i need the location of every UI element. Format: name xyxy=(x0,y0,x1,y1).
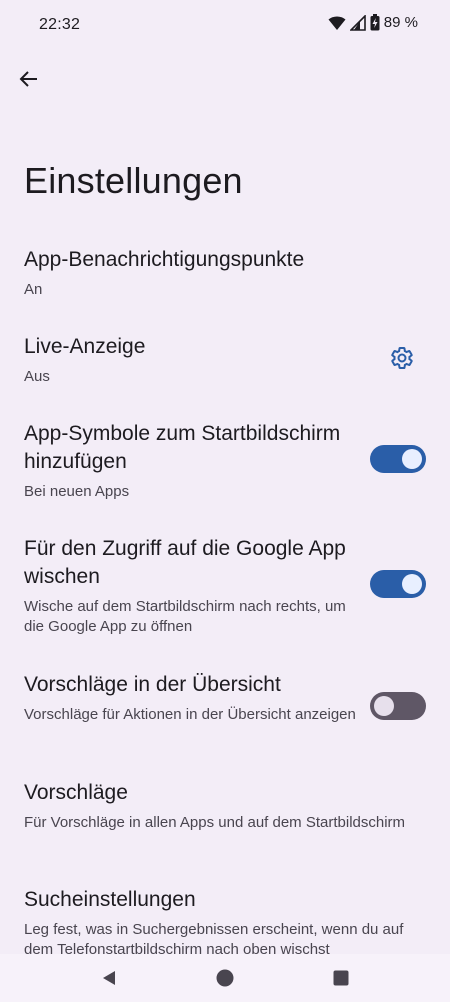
setting-title: Vorschläge xyxy=(24,781,128,804)
toggle-knob xyxy=(402,574,422,594)
setting-suggestions[interactable]: Vorschläge Für Vorschläge in allen Apps … xyxy=(24,779,426,833)
page-title: Einstellungen xyxy=(24,160,243,201)
setting-summary: Bei neuen Apps xyxy=(24,483,130,500)
setting-summary: Für Vorschläge in allen Apps und auf dem… xyxy=(24,814,406,831)
setting-live-view[interactable]: Live-Anzeige Aus xyxy=(24,333,426,387)
setting-add-icons[interactable]: App-Symbole zum Startbildschirm hinzufüg… xyxy=(24,420,426,502)
toggle-knob xyxy=(374,696,394,716)
setting-overview-suggestions[interactable]: Vorschläge in der Übersicht Vorschläge f… xyxy=(24,671,426,725)
wifi-icon xyxy=(328,16,346,30)
setting-search[interactable]: Sucheinstellungen Leg fest, was in Suche… xyxy=(24,886,426,960)
status-time: 22:32 xyxy=(39,16,81,33)
square-recents-icon xyxy=(333,970,349,986)
signal-icon xyxy=(349,14,366,31)
arrow-back-icon xyxy=(19,71,37,87)
setting-google-swipe[interactable]: Für den Zugriff auf die Google App wisch… xyxy=(24,535,426,637)
setting-summary: An xyxy=(24,281,43,298)
setting-summary: Aus xyxy=(24,368,50,385)
setting-title: App-Benachrichtigungspunkte xyxy=(24,248,305,271)
setting-title: Sucheinstellungen xyxy=(24,888,196,911)
setting-title: Vorschläge in der Übersicht xyxy=(24,673,281,696)
navigation-bar xyxy=(0,954,450,1002)
status-bar: 22:32 89 % xyxy=(0,0,450,52)
triangle-back-icon xyxy=(103,971,115,985)
google-swipe-toggle[interactable] xyxy=(370,570,426,598)
circle-home-icon xyxy=(216,969,234,987)
toggle-knob xyxy=(402,449,422,469)
battery-charging-icon xyxy=(370,14,380,31)
gear-icon[interactable] xyxy=(390,346,414,370)
setting-title: Für den Zugriff auf die Google App wisch… xyxy=(24,537,346,588)
nav-home-button[interactable] xyxy=(215,968,235,988)
battery-percent: 89 % xyxy=(383,14,418,31)
setting-title: App-Symbole zum Startbildschirm hinzufüg… xyxy=(24,422,341,473)
nav-back-button[interactable] xyxy=(99,968,119,988)
setting-title: Live-Anzeige xyxy=(24,335,146,358)
setting-summary: Wische auf dem Startbildschirm nach rech… xyxy=(24,598,346,635)
nav-recents-button[interactable] xyxy=(331,968,351,988)
status-icons: 89 % xyxy=(328,14,418,31)
overview-suggestions-toggle[interactable] xyxy=(370,692,426,720)
setting-notification-dots[interactable]: App-Benachrichtigungspunkte An xyxy=(24,246,426,300)
setting-summary: Vorschläge für Aktionen in der Übersicht… xyxy=(24,706,356,723)
back-button[interactable] xyxy=(14,64,44,94)
add-icons-toggle[interactable] xyxy=(370,445,426,473)
